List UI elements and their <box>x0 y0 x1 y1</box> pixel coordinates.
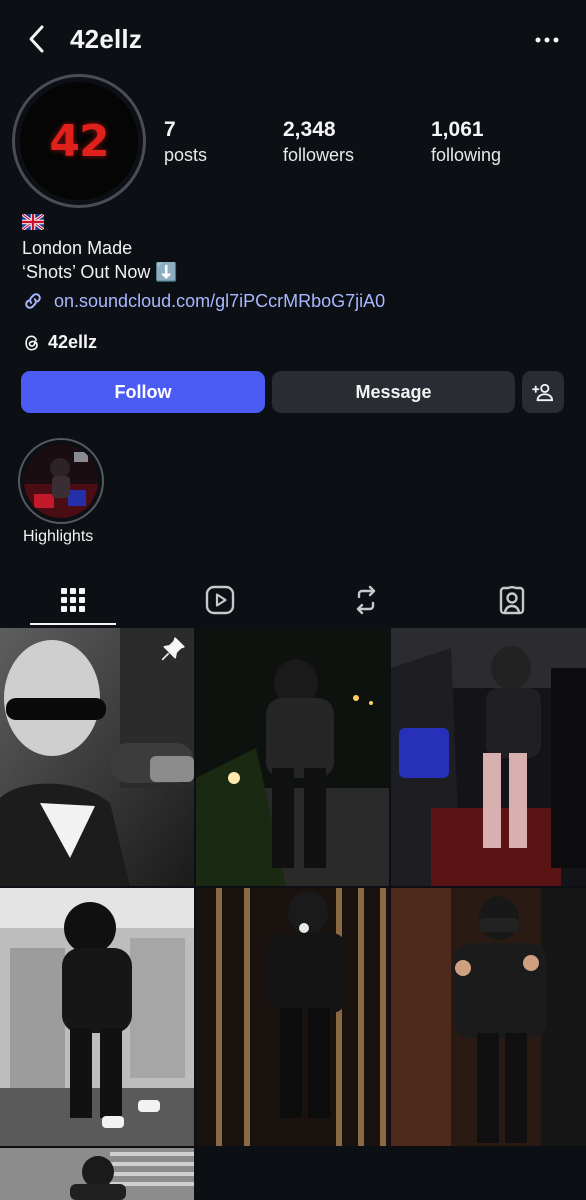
tagged-icon <box>499 585 525 615</box>
more-options-button[interactable] <box>532 26 562 54</box>
grid-icon <box>61 588 85 612</box>
post-thumbnail[interactable] <box>0 1148 194 1200</box>
tab-tagged[interactable] <box>462 575 562 625</box>
active-tab-indicator <box>30 623 116 625</box>
bio-link-text[interactable]: on.soundcloud.com/gl7iPCcrMRboG7jiA0 <box>54 291 385 312</box>
post-thumbnail[interactable] <box>196 888 389 1146</box>
follow-button[interactable]: Follow <box>21 371 265 413</box>
reposts-icon <box>356 585 376 615</box>
bio-link[interactable]: on.soundcloud.com/gl7iPCcrMRboG7jiA0 <box>22 290 385 312</box>
back-button[interactable] <box>22 24 52 54</box>
link-icon <box>25 293 41 309</box>
post-thumbnail[interactable] <box>196 628 389 886</box>
chevron-left-icon <box>29 25 44 53</box>
profile-avatar-ring[interactable]: 42 <box>12 74 146 208</box>
post-thumbnail[interactable] <box>0 628 194 886</box>
posts-count: 7 <box>164 118 176 141</box>
post-thumbnail[interactable] <box>391 628 586 886</box>
post-thumbnail[interactable] <box>391 888 586 1146</box>
following-stat[interactable]: 1,061 following <box>431 118 501 166</box>
highlight-label: Highlights <box>23 528 94 545</box>
tab-grid[interactable] <box>23 575 123 625</box>
avatar-logo-text: 42 <box>49 115 109 167</box>
post-thumbnail[interactable] <box>0 888 194 1146</box>
top-bar: 42ellz <box>0 0 586 80</box>
followers-count: 2,348 <box>283 118 336 141</box>
reels-icon <box>205 585 235 615</box>
profile-tabs <box>0 575 586 627</box>
posts-label: posts <box>164 145 208 165</box>
threads-handle: 42ellz <box>48 332 98 352</box>
followers-stat[interactable]: 2,348 followers <box>283 118 354 166</box>
tab-reposts[interactable] <box>316 575 416 625</box>
bio-line-2: ‘Shots’ Out Now ⬇️ <box>22 262 178 282</box>
highlight-item[interactable] <box>18 438 104 524</box>
posts-stat[interactable]: 7 posts <box>164 118 207 166</box>
threads-badge[interactable]: 42ellz <box>22 332 97 353</box>
avatar: 42 <box>20 82 138 200</box>
following-label: following <box>431 145 502 165</box>
following-count: 1,061 <box>431 118 484 141</box>
posts-grid <box>0 628 586 1200</box>
followers-label: followers <box>283 145 355 165</box>
tab-reels[interactable] <box>170 575 270 625</box>
highlight-cover <box>24 444 98 518</box>
more-horizontal-icon <box>535 37 559 43</box>
uk-flag-icon <box>22 214 44 230</box>
profile-username: 42ellz <box>70 24 143 54</box>
person-add-icon <box>532 383 554 402</box>
bio-line-1: London Made <box>22 238 133 258</box>
threads-icon <box>25 334 38 351</box>
pin-icon <box>161 637 185 661</box>
suggested-users-button[interactable] <box>522 371 564 413</box>
message-button[interactable]: Message <box>272 371 515 413</box>
